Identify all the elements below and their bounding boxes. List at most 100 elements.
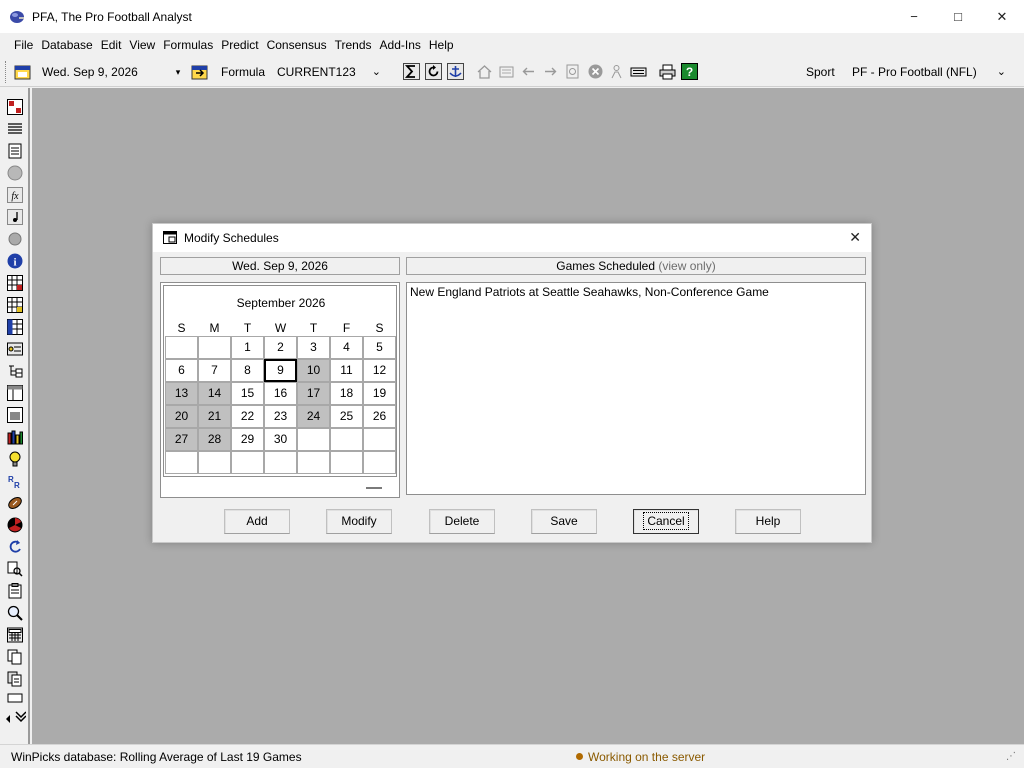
radiation-icon[interactable] bbox=[7, 517, 23, 533]
calendar-day-7[interactable]: 7 bbox=[198, 359, 231, 382]
list-item[interactable]: New England Patriots at Seattle Seahawks… bbox=[410, 285, 769, 299]
window-panes-icon[interactable] bbox=[7, 385, 23, 401]
paste-pages-icon[interactable] bbox=[7, 671, 23, 687]
menu-consensus[interactable]: Consensus bbox=[263, 33, 331, 57]
keyboard-icon[interactable] bbox=[630, 63, 647, 80]
menu-edit[interactable]: Edit bbox=[97, 33, 126, 57]
calendar-scroll-handle[interactable] bbox=[366, 487, 382, 489]
help-icon[interactable]: ? bbox=[681, 63, 698, 80]
calendar-day-13[interactable]: 13 bbox=[165, 382, 198, 405]
scroll-arrows-icon[interactable] bbox=[4, 711, 26, 727]
info-icon[interactable]: i bbox=[7, 253, 23, 269]
maximize-button[interactable]: □ bbox=[936, 0, 980, 33]
menu-view[interactable]: View bbox=[125, 33, 159, 57]
calendar-day-8[interactable]: 8 bbox=[231, 359, 264, 382]
calendar-day-17[interactable]: 17 bbox=[297, 382, 330, 405]
clipboard-icon[interactable] bbox=[7, 583, 23, 599]
window-grid-icon[interactable] bbox=[7, 407, 23, 423]
gear-globe-icon[interactable] bbox=[7, 231, 23, 247]
calendar-day-14[interactable]: 14 bbox=[198, 382, 231, 405]
forward-arrow-icon[interactable] bbox=[542, 63, 559, 80]
menu-predict[interactable]: Predict bbox=[217, 33, 262, 57]
calendar-day-25[interactable]: 25 bbox=[330, 405, 363, 428]
menu-help[interactable]: Help bbox=[425, 33, 458, 57]
calendar-day-24[interactable]: 24 bbox=[297, 405, 330, 428]
magnifier-icon[interactable] bbox=[7, 605, 23, 621]
resize-grip-icon[interactable]: ⋰ bbox=[1006, 751, 1016, 762]
grid-yellow-icon[interactable] bbox=[7, 297, 23, 313]
menu-trends[interactable]: Trends bbox=[331, 33, 376, 57]
globe-icon[interactable] bbox=[7, 165, 23, 181]
sigma-icon[interactable] bbox=[403, 63, 420, 80]
date-field[interactable]: Wed. Sep 9, 2026 bbox=[38, 62, 183, 82]
calendar-day-18[interactable]: 18 bbox=[330, 382, 363, 405]
help-button[interactable]: Help bbox=[735, 509, 801, 534]
music-note-icon[interactable] bbox=[7, 209, 23, 225]
calendar-day-22[interactable]: 22 bbox=[231, 405, 264, 428]
settings-list-icon[interactable] bbox=[7, 341, 23, 357]
modify-button[interactable]: Modify bbox=[326, 509, 392, 534]
calculator-icon[interactable] bbox=[7, 627, 23, 643]
archive-icon[interactable] bbox=[7, 693, 23, 709]
calendar-day-30[interactable]: 30 bbox=[264, 428, 297, 451]
calendar-day-5[interactable]: 5 bbox=[363, 336, 396, 359]
bar-chart-icon[interactable] bbox=[7, 429, 23, 445]
dialog-close-button[interactable]: ✕ bbox=[849, 229, 861, 246]
back-arrow-icon[interactable] bbox=[520, 63, 537, 80]
calendar-day-20[interactable]: 20 bbox=[165, 405, 198, 428]
close-window-button[interactable]: ✕ bbox=[980, 0, 1024, 33]
calendar-day-6[interactable]: 6 bbox=[165, 359, 198, 382]
calendar-day-29[interactable]: 29 bbox=[231, 428, 264, 451]
lightbulb-icon[interactable] bbox=[7, 451, 23, 467]
menu-add-ins[interactable]: Add-Ins bbox=[376, 33, 425, 57]
ranking-icon[interactable]: RR bbox=[7, 473, 23, 489]
delete-button[interactable]: Delete bbox=[429, 509, 495, 534]
search-doc-icon[interactable] bbox=[7, 561, 23, 577]
home-icon[interactable] bbox=[476, 63, 493, 80]
cut-icon[interactable] bbox=[498, 63, 515, 80]
calendar-day-19[interactable]: 19 bbox=[363, 382, 396, 405]
calendar-day-23[interactable]: 23 bbox=[264, 405, 297, 428]
calendar-day-12[interactable]: 12 bbox=[363, 359, 396, 382]
calendar-day-10[interactable]: 10 bbox=[297, 359, 330, 382]
calendar-go-icon[interactable] bbox=[191, 63, 208, 80]
anchor-icon[interactable] bbox=[447, 63, 464, 80]
menu-database[interactable]: Database bbox=[37, 33, 96, 57]
calendar-day-21[interactable]: 21 bbox=[198, 405, 231, 428]
calendar-icon[interactable] bbox=[14, 63, 31, 80]
person-icon[interactable] bbox=[608, 63, 625, 80]
menu-formulas[interactable]: Formulas bbox=[159, 33, 217, 57]
calendar-day-9[interactable]: 9 bbox=[264, 359, 297, 382]
tree-view-icon[interactable] bbox=[7, 363, 23, 379]
football-icon[interactable] bbox=[7, 495, 23, 511]
formula-select[interactable]: CURRENT123 ⌄ bbox=[272, 61, 387, 83]
calendar-day-28[interactable]: 28 bbox=[198, 428, 231, 451]
calendar-day-16[interactable]: 16 bbox=[264, 382, 297, 405]
calendar-day-27[interactable]: 27 bbox=[165, 428, 198, 451]
cycle-icon[interactable] bbox=[7, 539, 23, 555]
menu-file[interactable]: File bbox=[10, 33, 37, 57]
calendar-day-11[interactable]: 11 bbox=[330, 359, 363, 382]
copy-pages-icon[interactable] bbox=[7, 649, 23, 665]
refresh-icon[interactable] bbox=[425, 63, 442, 80]
calendar-day-2[interactable]: 2 bbox=[264, 336, 297, 359]
calendar-day-1[interactable]: 1 bbox=[231, 336, 264, 359]
calendar-day-3[interactable]: 3 bbox=[297, 336, 330, 359]
calendar-day-15[interactable]: 15 bbox=[231, 382, 264, 405]
calendar-day-4[interactable]: 4 bbox=[330, 336, 363, 359]
minimize-button[interactable]: − bbox=[892, 0, 936, 33]
calendar-day-26[interactable]: 26 bbox=[363, 405, 396, 428]
document-refresh-icon[interactable] bbox=[564, 63, 581, 80]
grid-blue-icon[interactable] bbox=[7, 319, 23, 335]
save-button[interactable]: Save bbox=[531, 509, 597, 534]
notepad-icon[interactable] bbox=[7, 143, 23, 159]
cancel-button[interactable]: Cancel bbox=[633, 509, 699, 534]
printer-icon[interactable] bbox=[659, 63, 676, 80]
date-dropdown-arrow[interactable]: ▾ bbox=[172, 62, 184, 82]
list-lines-icon[interactable] bbox=[7, 121, 23, 137]
formula-fx-icon[interactable]: fx bbox=[7, 187, 23, 203]
scoreboard-icon[interactable] bbox=[7, 99, 23, 115]
grid-red-icon[interactable] bbox=[7, 275, 23, 291]
stop-icon[interactable] bbox=[587, 63, 604, 80]
add-button[interactable]: Add bbox=[224, 509, 290, 534]
